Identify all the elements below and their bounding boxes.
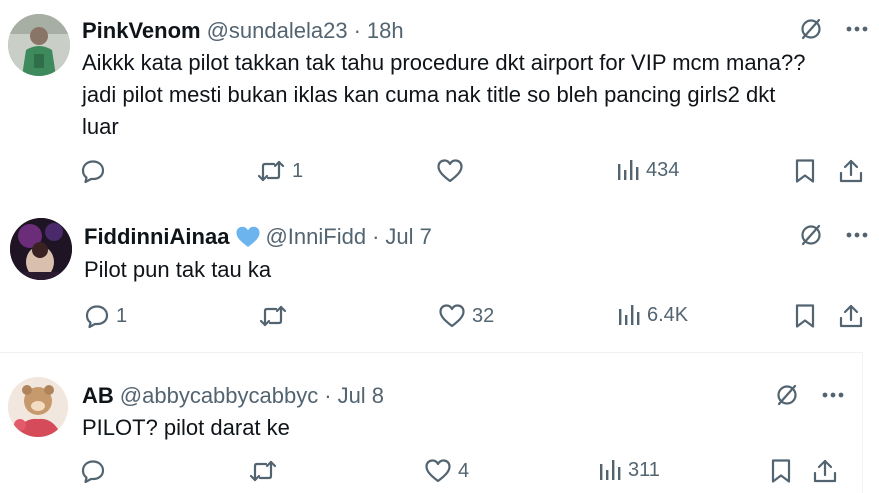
tweet-text-line: jadi pilot mesti bukan iklas kan cuma na… [82, 82, 776, 107]
tweet-header: PinkVenom @sundalela23 · 18h [82, 18, 404, 44]
more-dots-icon[interactable] [822, 384, 844, 411]
share-button[interactable] [812, 458, 838, 484]
reply-button[interactable]: 1 [84, 303, 127, 329]
like-count: 4 [458, 459, 470, 482]
repost-button[interactable]: 1 [256, 158, 303, 184]
like-button[interactable]: 32 [438, 303, 494, 329]
bookmark-button[interactable] [794, 303, 816, 329]
repost-arrows-icon [248, 458, 278, 484]
reply-bubble-icon [84, 303, 110, 329]
tweet-text-line: Aikkk kata pilot takkan tak tahu procedu… [82, 50, 806, 75]
like-count: 32 [472, 304, 495, 327]
tweet-3[interactable]: AB @abbycabbycabbyc · Jul 8 PILOT? pilot… [0, 353, 879, 493]
heart-icon [436, 158, 464, 184]
tweet-text: Aikkk kata pilot takkan tak tahu procedu… [82, 47, 862, 143]
like-button[interactable]: 4 [424, 458, 469, 484]
user-handle[interactable]: @InniFidd [265, 224, 366, 250]
repost-count: 1 [292, 159, 304, 182]
views-bars-icon [617, 303, 641, 327]
bookmark-button[interactable] [770, 458, 792, 484]
timestamp[interactable]: Jul 8 [338, 383, 384, 409]
tweet-text-line: PILOT? pilot darat ke [82, 415, 290, 440]
timestamp[interactable]: 18h [367, 18, 404, 44]
views-button[interactable]: 434 [616, 158, 679, 182]
more-dots-icon[interactable] [846, 18, 868, 45]
tweet-header: AB @abbycabbycabbyc · Jul 8 [82, 383, 384, 409]
repost-button[interactable] [258, 303, 294, 329]
tweet-text-line: luar [82, 114, 119, 139]
separator-dot: · [324, 383, 332, 408]
user-handle[interactable]: @sundalela23 [207, 18, 348, 44]
views-count: 434 [646, 158, 680, 181]
tweet-top-actions [798, 222, 868, 253]
reply-button[interactable] [80, 458, 112, 484]
views-button[interactable]: 311 [598, 458, 660, 482]
bookmark-icon [794, 303, 816, 329]
tweet-actions: 4 311 [0, 458, 862, 488]
tweet-text-line: Pilot pun tak tau ka [84, 257, 272, 282]
tweet-1[interactable]: PinkVenom @sundalela23 · 18h Aikkk kata … [0, 0, 879, 190]
grok-slash-icon[interactable] [798, 222, 824, 253]
timestamp[interactable]: Jul 7 [385, 224, 431, 250]
avatar[interactable] [8, 377, 68, 437]
bookmark-button[interactable] [794, 158, 816, 184]
share-upload-icon [838, 158, 864, 184]
heart-icon [438, 303, 466, 329]
reply-bubble-icon [80, 158, 106, 184]
display-name[interactable]: AB [82, 383, 114, 409]
user-handle[interactable]: @abbycabbycabbyc [120, 383, 318, 409]
views-bars-icon [616, 158, 640, 182]
views-count: 6.4K [647, 303, 689, 326]
avatar[interactable] [10, 218, 72, 280]
repost-arrows-icon [258, 303, 288, 329]
tweet-top-actions [798, 16, 868, 47]
verified-badge-icon[interactable] [235, 225, 260, 249]
grok-slash-icon[interactable] [774, 382, 800, 413]
grok-slash-icon[interactable] [798, 16, 824, 47]
repost-arrows-icon [256, 158, 286, 184]
tweet-actions: 1 434 [0, 158, 879, 188]
tweet-text: PILOT? pilot darat ke [82, 412, 822, 444]
views-bars-icon [598, 458, 622, 482]
reply-bubble-icon [80, 458, 106, 484]
tweet-top-actions [774, 382, 844, 413]
more-dots-icon[interactable] [846, 224, 868, 251]
reply-button[interactable] [80, 158, 112, 184]
avatar[interactable] [8, 14, 70, 76]
tweet-actions: 1 32 6.4K [0, 303, 879, 333]
tweet-2[interactable]: FiddinniAinaa @InniFidd · Jul 7 Pilot pu… [0, 200, 879, 350]
separator-dot: · [353, 18, 361, 43]
display-name[interactable]: PinkVenom [82, 18, 201, 44]
display-name[interactable]: FiddinniAinaa [84, 224, 229, 250]
share-upload-icon [812, 458, 838, 484]
bookmark-icon [770, 458, 792, 484]
share-button[interactable] [838, 158, 864, 184]
reply-count: 1 [116, 304, 128, 327]
share-upload-icon [838, 303, 864, 329]
bookmark-icon [794, 158, 816, 184]
heart-icon [424, 458, 452, 484]
like-button[interactable] [436, 158, 470, 184]
tweet-text: Pilot pun tak tau ka [84, 254, 844, 286]
separator-dot: · [372, 224, 380, 249]
tweet-header: FiddinniAinaa @InniFidd · Jul 7 [84, 224, 432, 250]
share-button[interactable] [838, 303, 864, 329]
views-count: 311 [628, 458, 660, 481]
repost-button[interactable] [248, 458, 284, 484]
views-button[interactable]: 6.4K [617, 303, 688, 327]
